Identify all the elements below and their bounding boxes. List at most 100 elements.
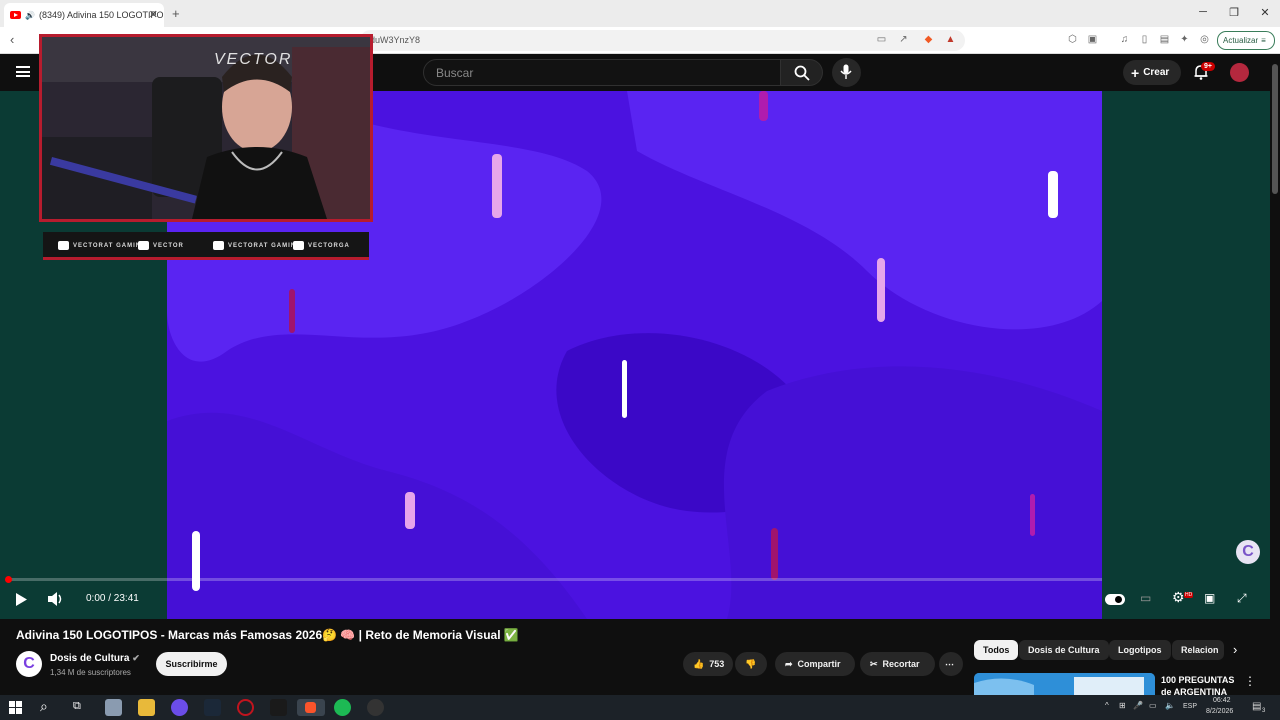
falling-bar <box>289 289 295 333</box>
minimize-button[interactable]: ─ <box>1193 6 1213 18</box>
voice-search-button[interactable] <box>832 58 861 87</box>
social-label: VECTORAT GAMING <box>228 242 302 249</box>
steam-icon[interactable] <box>204 699 221 716</box>
theater-mode-icon[interactable]: ▣ <box>1204 591 1215 605</box>
wallet-icon[interactable]: ▤ <box>1158 33 1171 46</box>
play-icon[interactable] <box>15 593 27 606</box>
share-button[interactable]: ➦ Compartir <box>775 652 855 676</box>
notifications-badge: 9+ <box>1201 62 1215 71</box>
close-tab-icon[interactable]: ✕ <box>149 8 158 21</box>
update-button[interactable]: Actualizar ≡ <box>1217 31 1275 50</box>
tray-mic-icon[interactable]: 🎤 <box>1133 701 1143 710</box>
scrollbar-thumb[interactable] <box>1272 64 1278 194</box>
sidebar-icon[interactable]: ▯ <box>1138 33 1151 46</box>
chip-logotipos[interactable]: Logotipos <box>1109 640 1171 660</box>
falling-bar <box>759 91 768 121</box>
user-avatar[interactable] <box>1230 63 1249 82</box>
progress-scrubber[interactable] <box>5 576 12 583</box>
channel-name[interactable]: Dosis de Cultura ✔ <box>50 653 140 664</box>
subscribe-button[interactable]: Suscribirme <box>156 652 227 676</box>
video-title: Adivina 150 LOGOTIPOS - Marcas más Famos… <box>16 628 519 642</box>
volume-icon[interactable] <box>48 592 64 606</box>
clock-date[interactable]: 8/2/2026 <box>1206 708 1233 715</box>
opera-icon[interactable] <box>237 699 254 716</box>
clip-button[interactable]: ✂ Recortar <box>860 652 935 676</box>
share-icon[interactable]: ↗ <box>897 33 910 46</box>
hamburger-menu-icon[interactable] <box>16 66 30 77</box>
like-button[interactable]: 👍 753 <box>683 652 733 676</box>
subtitles-icon[interactable]: ▭ <box>1140 591 1151 605</box>
search-icon <box>794 65 810 81</box>
streamer-watermark: VECTOR <box>214 51 293 68</box>
media-icon[interactable]: ♫ <box>1118 33 1131 46</box>
share-arrow-icon: ➦ <box>785 658 793 669</box>
language-indicator[interactable]: ESP <box>1183 703 1197 710</box>
recommended-thumbnail[interactable] <box>974 673 1155 695</box>
speaker-tray-icon[interactable]: 🔈 <box>1165 701 1175 710</box>
falling-bar <box>1030 494 1035 536</box>
clip-label: Recortar <box>882 659 920 669</box>
recommended-more-icon[interactable]: ⋮ <box>1244 674 1256 688</box>
twitter-icon <box>213 241 224 250</box>
chips-next-chevron-icon[interactable]: › <box>1233 642 1237 657</box>
channel-watermark-icon[interactable]: C <box>1236 540 1260 564</box>
dislike-button[interactable]: 👎 <box>735 652 767 676</box>
create-button[interactable]: + Crear <box>1123 60 1181 85</box>
channel-avatar[interactable]: C <box>16 651 42 677</box>
task-view-icon[interactable]: ⧉ <box>73 700 81 713</box>
browser-tab-active[interactable]: 🔊 (8349) Adivina 150 LOGOTIPO ✕ <box>4 3 164 27</box>
verified-icon: ✔ <box>132 653 140 663</box>
menu-lines-icon: ≡ <box>1261 36 1266 45</box>
chip-dosis-de-cultura[interactable]: Dosis de Cultura <box>1019 640 1109 660</box>
new-tab-button[interactable]: + <box>172 6 180 21</box>
social-links-banner: VECTORAT GAMING VECTOR VECTORAT GAMING V… <box>43 232 369 260</box>
channel-name-text: Dosis de Cultura <box>50 653 130 664</box>
windows-taskbar <box>0 695 1280 720</box>
taskbar-app-icon[interactable] <box>105 699 122 716</box>
social-twitter: VECTORAT GAMING <box>213 241 302 250</box>
search-button[interactable] <box>781 59 823 86</box>
instagram-icon <box>293 241 304 250</box>
vpn-icon[interactable]: ◎ <box>1198 33 1211 46</box>
extension-icon[interactable]: ⬡ <box>1066 33 1079 46</box>
speaker-icon: 🔊 <box>25 10 35 20</box>
taskbar-search-icon[interactable]: ⌕ <box>40 698 48 715</box>
youtube-favicon-icon <box>10 11 21 19</box>
discord-icon[interactable] <box>171 699 188 716</box>
reader-icon[interactable]: ▣ <box>1086 33 1099 46</box>
clock-time[interactable]: 06:42 <box>1213 697 1231 704</box>
cast-icon[interactable]: ▭ <box>875 33 888 46</box>
restore-button[interactable]: ❐ <box>1224 6 1244 19</box>
windows-start-icon[interactable] <box>9 701 22 714</box>
social-twitch: VECTOR <box>138 241 184 250</box>
back-icon[interactable]: ‹ <box>10 32 14 47</box>
obs-icon[interactable] <box>367 699 384 716</box>
falling-bar <box>192 531 200 591</box>
search-input[interactable]: Buscar <box>423 59 781 86</box>
like-count: 753 <box>709 659 725 669</box>
more-actions-button[interactable]: ⋯ <box>939 652 963 676</box>
fullscreen-icon[interactable]: ⤢ <box>1237 591 1247 606</box>
settings-gear-icon[interactable]: ⚙ <box>1172 589 1185 606</box>
chip-todos[interactable]: Todos <box>974 640 1019 660</box>
microphone-icon <box>840 64 852 79</box>
tray-app-icon[interactable]: ⊞ <box>1119 701 1126 710</box>
rewards-icon[interactable]: ▲ <box>944 33 957 46</box>
brave-shield-icon[interactable]: ◆ <box>922 33 935 46</box>
youtube-icon <box>58 241 69 250</box>
browser-tab-bar: 🔊 (8349) Adivina 150 LOGOTIPO ✕ + ─ ❐ ✕ <box>0 0 1280 27</box>
thumbs-up-icon: 👍 <box>693 658 705 669</box>
taskbar-app-icon[interactable] <box>270 699 287 716</box>
autoplay-toggle[interactable] <box>1105 594 1125 605</box>
subscriber-count: 1,34 M de suscriptores <box>50 668 131 677</box>
action-center-icon[interactable]: ▤ <box>1252 701 1261 712</box>
brave-browser-icon[interactable] <box>297 699 325 716</box>
progress-bar[interactable] <box>8 578 1102 581</box>
network-icon[interactable]: ▭ <box>1149 701 1157 710</box>
tray-chevron-icon[interactable]: ^ <box>1105 701 1109 710</box>
spotify-icon[interactable] <box>334 699 351 716</box>
close-window-button[interactable]: ✕ <box>1255 6 1275 19</box>
ai-icon[interactable]: ✦ <box>1178 33 1191 46</box>
file-explorer-icon[interactable] <box>138 699 155 716</box>
chip-relacionados[interactable]: Relacion <box>1172 640 1224 660</box>
